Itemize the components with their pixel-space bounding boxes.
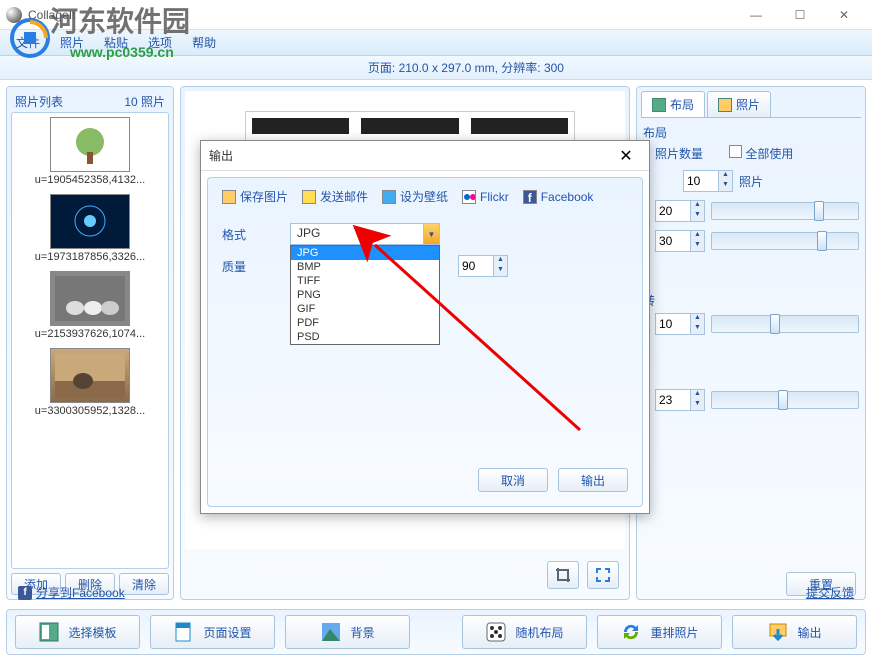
feedback-link[interactable]: 提交反馈 (806, 586, 854, 600)
format-option[interactable]: JPG (291, 246, 439, 260)
infobar: 页面: 210.0 x 297.0 mm, 分辨率: 300 (0, 56, 872, 80)
tab-layout[interactable]: 布局 (641, 91, 705, 117)
thumbnail-list[interactable]: u=1905452358,4132... u=1973187856,3326..… (11, 112, 169, 569)
dlg-tab-flickr[interactable]: Flickr (462, 188, 509, 205)
dice-icon (485, 621, 507, 643)
format-combobox[interactable]: JPG ▼ JPG BMP TIFF PNG GIF PDF PSD (290, 223, 440, 245)
right-panel: 布局 照片 布局 照片数量 全部使用 ▲▼ 照片 ▲▼ ▲▼ 转 (636, 86, 866, 600)
rearrange-button[interactable]: 重排照片 (597, 615, 722, 649)
format-option[interactable]: BMP (291, 260, 439, 274)
dialog-close-button[interactable]: ✕ (611, 146, 641, 166)
dlg-tab-mail[interactable]: 发送邮件 (302, 188, 368, 205)
cancel-button[interactable]: 取消 (478, 468, 548, 492)
fit-button[interactable] (587, 561, 619, 589)
facebook-icon: f (18, 586, 32, 600)
output-dialog: 输出 ✕ 保存图片 发送邮件 设为壁纸 Flickr fFacebook 格式 … (200, 140, 650, 514)
dialog-title: 输出 (209, 147, 611, 164)
bottom-toolbar: 选择模板 页面设置 背景 随机布局 重排照片 输出 (6, 609, 866, 655)
menu-edit[interactable]: 粘贴 (96, 32, 136, 53)
random-layout-button[interactable]: 随机布局 (462, 615, 587, 649)
list-item[interactable]: u=2153937626,1074... (16, 271, 164, 340)
minimize-button[interactable]: — (734, 1, 778, 29)
close-button[interactable]: ✕ (822, 1, 866, 29)
tab-photo[interactable]: 照片 (707, 91, 771, 117)
template-button[interactable]: 选择模板 (15, 615, 140, 649)
mail-icon (302, 190, 316, 204)
page-icon (173, 621, 195, 643)
page-setup-button[interactable]: 页面设置 (150, 615, 275, 649)
menu-file[interactable]: 文件 (8, 32, 48, 53)
chevron-down-icon[interactable]: ▼ (423, 224, 439, 244)
titlebar: CollageIt — ☐ ✕ (0, 0, 872, 30)
share-facebook-link[interactable]: 分享到Facebook (36, 584, 125, 601)
list-item[interactable]: u=3300305952,1328... (16, 348, 164, 417)
photo-count-label: 照片数量 (655, 145, 703, 162)
list-item[interactable]: u=1973187856,3326... (16, 194, 164, 263)
wallpaper-icon (382, 190, 396, 204)
output-confirm-button[interactable]: 输出 (558, 468, 628, 492)
list-item[interactable]: u=1905452358,4132... (16, 117, 164, 186)
thumb-caption: u=3300305952,1328... (16, 405, 164, 417)
menubar: 文件 照片 粘贴 选项 帮助 (0, 30, 872, 56)
rotate-stepper[interactable]: ▲▼ (655, 313, 705, 335)
photo-list-label: 照片列表 (15, 93, 63, 110)
bg-icon (320, 621, 342, 643)
dlg-tab-save[interactable]: 保存图片 (222, 188, 288, 205)
thumb-caption: u=2153937626,1074... (16, 328, 164, 340)
clear-button[interactable]: 清除 (119, 573, 169, 595)
margin-stepper[interactable]: ▲▼ (655, 230, 705, 252)
spacing-stepper[interactable]: ▲▼ (655, 200, 705, 222)
thumb-caption: u=1905452358,4132... (16, 174, 164, 186)
facebook-icon: f (523, 190, 537, 204)
use-all-checkbox[interactable] (729, 145, 742, 158)
section-layout-label: 布局 (643, 124, 859, 141)
refresh-icon (620, 621, 642, 643)
flickr-icon (462, 190, 476, 204)
dlg-tab-facebook[interactable]: fFacebook (523, 188, 594, 205)
app-title: CollageIt (28, 8, 734, 22)
quality-stepper[interactable]: ▲▼ (458, 255, 508, 277)
template-icon (38, 621, 60, 643)
other-stepper[interactable]: ▲▼ (655, 389, 705, 411)
section-rotate-label: 转 (643, 292, 859, 309)
rotate-slider[interactable] (711, 315, 859, 333)
format-option[interactable]: PDF (291, 316, 439, 330)
thumb-caption: u=1973187856,3326... (16, 251, 164, 263)
count-stepper[interactable]: ▲▼ (683, 170, 733, 192)
page-info: 页面: 210.0 x 297.0 mm, 分辨率: 300 (368, 59, 564, 76)
layout-icon (652, 98, 666, 112)
output-button[interactable]: 输出 (732, 615, 857, 649)
format-label: 格式 (222, 226, 272, 243)
other-slider[interactable] (711, 391, 859, 409)
format-option[interactable]: TIFF (291, 274, 439, 288)
margin-slider[interactable] (711, 232, 859, 250)
dlg-tab-wallpaper[interactable]: 设为壁纸 (382, 188, 448, 205)
menu-photo[interactable]: 照片 (52, 32, 92, 53)
format-option[interactable]: PNG (291, 288, 439, 302)
menu-help[interactable]: 帮助 (184, 32, 224, 53)
maximize-button[interactable]: ☐ (778, 1, 822, 29)
crop-button[interactable] (547, 561, 579, 589)
quality-label: 质量 (222, 258, 272, 275)
app-icon (6, 7, 22, 23)
photo-icon (718, 98, 732, 112)
background-button[interactable]: 背景 (285, 615, 410, 649)
format-option[interactable]: GIF (291, 302, 439, 316)
photo-count: 10 照片 (124, 93, 165, 110)
format-dropdown: JPG BMP TIFF PNG GIF PDF PSD (290, 245, 440, 345)
format-option[interactable]: PSD (291, 330, 439, 344)
save-image-icon (222, 190, 236, 204)
menu-options[interactable]: 选项 (140, 32, 180, 53)
spacing-slider[interactable] (711, 202, 859, 220)
left-panel: 照片列表 10 照片 u=1905452358,4132... u=197318… (6, 86, 174, 600)
export-icon (767, 621, 789, 643)
